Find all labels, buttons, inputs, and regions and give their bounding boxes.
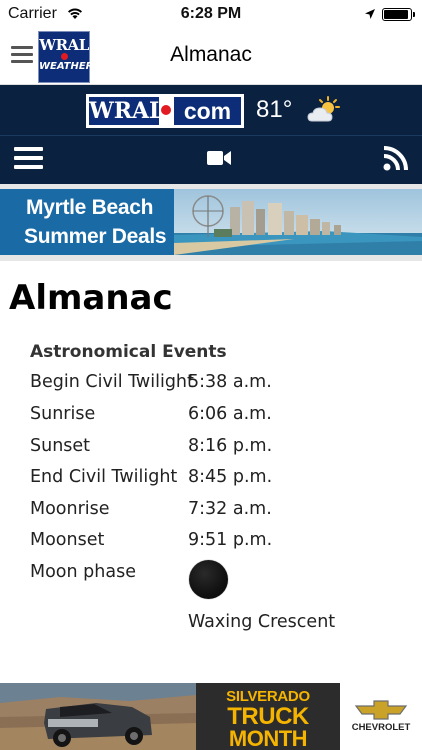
logo-right-text: com [174,97,241,125]
status-bar: Carrier 6:28 PM [0,0,422,30]
moon-phase-label: Moon phase [30,562,136,582]
myrtle-beach-ad[interactable]: Myrtle Beach Summer Deals [0,189,422,255]
event-label: Moonrise [30,499,110,519]
location-arrow-icon [365,9,375,19]
event-value: 9:51 p.m. [188,530,273,550]
event-value: 8:45 p.m. [188,467,273,487]
event-label: Sunrise [30,404,96,424]
event-value: 8:16 p.m. [188,436,273,456]
event-label: Sunset [30,436,91,456]
current-temperature[interactable]: 81° [256,96,292,124]
beach-photo [174,189,422,255]
event-value: 6:06 a.m. [188,404,272,424]
ad-subheadline: Summer Deals [24,225,167,248]
clock: 6:28 PM [180,5,242,22]
event-label: Begin Civil Twilight [30,372,194,392]
truck-photo [0,683,196,750]
page-title: Almanac [9,278,173,318]
event-label: End Civil Twilight [30,467,178,487]
brand-name: CHEVROLET [351,722,411,733]
promo-panel: SILVERADO TRUCK MONTH [196,683,340,750]
event-value: 7:32 a.m. [188,499,272,519]
page-title-nav: Almanac [170,43,252,66]
ad-text-panel: Myrtle Beach Summer Deals [0,189,174,255]
event-label: Moonset [30,530,105,550]
chevrolet-ad[interactable]: SILVERADO TRUCK MONTH CHEVROLET [0,683,422,750]
promo-line3: MONTH [228,726,308,750]
battery-icon [382,8,415,21]
rss-icon[interactable] [383,145,409,171]
logo-left-text: WRAL [89,97,165,125]
app-nav-bar: WRAL WEATHER Almanac [0,30,422,85]
event-value: 5:38 a.m. [188,372,272,392]
moon-phase-icon [189,560,228,599]
chevrolet-bowtie-icon [354,700,408,720]
wral-header: WRAL com 81° [0,85,422,184]
chevrolet-brand: CHEVROLET [340,683,422,750]
header-menu-icon[interactable] [14,147,43,169]
moon-phase-value: Waxing Crescent [188,612,336,632]
section-title: Astronomical Events [30,342,227,362]
ad-headline: Myrtle Beach [26,196,154,219]
video-camera-icon[interactable] [206,149,232,167]
wral-com-logo[interactable]: WRAL com [86,94,244,128]
partly-sunny-icon[interactable] [306,95,342,125]
